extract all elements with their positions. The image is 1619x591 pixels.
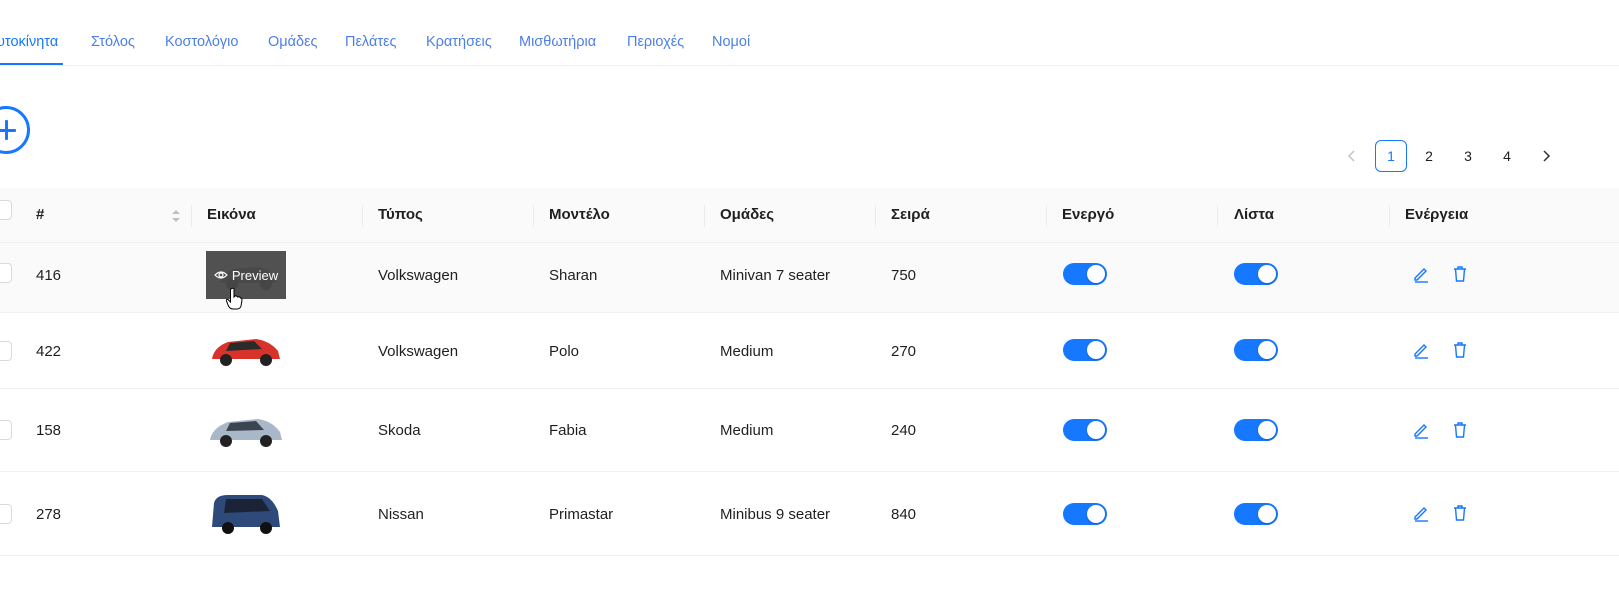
list-toggle[interactable]: [1234, 503, 1278, 525]
cell-group: Medium: [720, 343, 774, 360]
car-thumbnail[interactable]: [206, 325, 286, 373]
column-header-image: Εικόνα: [207, 206, 256, 223]
cell-group: Minivan 7 seater: [720, 267, 831, 284]
tab-prefectures[interactable]: Νομοί: [712, 34, 750, 50]
chevron-right-icon: [1543, 150, 1551, 162]
active-toggle[interactable]: [1063, 503, 1107, 525]
add-car-button[interactable]: [0, 106, 30, 154]
page-4-button[interactable]: 4: [1491, 140, 1523, 172]
table-row: 278 Nissan Primastar Minibus 9 seater 84…: [0, 472, 1619, 556]
edit-icon[interactable]: [1412, 341, 1430, 359]
column-divider: [533, 205, 534, 227]
table-row: 158 Skoda Fabia Medium 240: [0, 389, 1619, 472]
prev-page-button[interactable]: [1340, 140, 1364, 172]
column-divider: [1046, 205, 1047, 227]
toggle-knob: [1087, 341, 1105, 359]
column-divider: [704, 205, 705, 227]
active-tab-indicator: [0, 63, 63, 65]
column-header-type: Τύπος: [378, 206, 423, 223]
tab-fleet[interactable]: Στόλος: [91, 34, 135, 50]
cell-model: Fabia: [549, 422, 587, 439]
row-checkbox[interactable]: [0, 504, 12, 524]
delete-icon[interactable]: [1451, 265, 1469, 283]
preview-label: Preview: [231, 267, 279, 283]
active-toggle[interactable]: [1063, 339, 1107, 361]
page-3-button[interactable]: 3: [1452, 140, 1484, 172]
tab-groups[interactable]: Ομάδες: [268, 34, 318, 50]
cell-model: Polo: [549, 343, 580, 360]
car-thumbnail[interactable]: [206, 489, 286, 537]
edit-icon[interactable]: [1412, 504, 1430, 522]
row-checkbox[interactable]: [0, 263, 12, 283]
cell-type: Volkswagen: [378, 343, 459, 360]
tab-rental-agreements[interactable]: Μισθωτήρια: [519, 34, 596, 50]
car-thumbnail[interactable]: [206, 406, 286, 454]
list-toggle[interactable]: [1234, 263, 1278, 285]
row-checkbox[interactable]: [0, 420, 12, 440]
toggle-knob: [1258, 341, 1276, 359]
delete-icon[interactable]: [1451, 421, 1469, 439]
row-checkbox[interactable]: [0, 341, 12, 361]
active-toggle[interactable]: [1063, 263, 1107, 285]
column-header-model: Μοντέλο: [549, 206, 610, 223]
cell-type: Nissan: [378, 506, 424, 523]
column-divider: [191, 205, 192, 227]
hand-cursor-icon: [225, 287, 243, 310]
table-row: 422 Volkswagen Polo Medium 270: [0, 313, 1619, 389]
tab-pricing[interactable]: Κοστολόγιο: [165, 34, 238, 50]
column-divider: [875, 205, 876, 227]
toggle-knob: [1258, 505, 1276, 523]
delete-icon[interactable]: [1451, 341, 1469, 359]
edit-icon[interactable]: [1412, 265, 1430, 283]
preview-overlay[interactable]: Preview: [206, 251, 286, 299]
chevron-left-icon: [1347, 150, 1355, 162]
page-1-button[interactable]: 1: [1375, 140, 1407, 172]
cell-order: 750: [891, 267, 917, 284]
column-divider: [362, 205, 363, 227]
eye-icon: [214, 271, 228, 279]
cell-model: Sharan: [549, 267, 598, 284]
tab-cars[interactable]: υτοκίνητα: [0, 34, 58, 50]
cell-id: 416: [36, 267, 62, 284]
cell-model: Primastar: [549, 506, 614, 523]
toggle-knob: [1258, 265, 1276, 283]
cell-group: Medium: [720, 422, 774, 439]
column-header-groups: Ομάδες: [720, 206, 775, 223]
column-header-active: Ενεργό: [1062, 206, 1115, 223]
column-divider: [1389, 205, 1390, 227]
list-toggle[interactable]: [1234, 419, 1278, 441]
toggle-knob: [1258, 421, 1276, 439]
table-header: # Εικόνα Τύπος Μοντέλο Ομάδες Σειρά Ενερ…: [0, 188, 1619, 243]
next-page-button[interactable]: [1534, 140, 1558, 172]
cell-order: 270: [891, 343, 917, 360]
column-header-actions: Ενέργεια: [1405, 206, 1469, 223]
tab-areas[interactable]: Περιοχές: [627, 34, 684, 50]
cell-order: 240: [891, 422, 917, 439]
toggle-knob: [1087, 421, 1105, 439]
select-all-checkbox[interactable]: [0, 200, 12, 220]
cell-type: Volkswagen: [378, 267, 459, 284]
sort-icon[interactable]: [170, 208, 182, 224]
cell-id: 158: [36, 422, 62, 439]
edit-icon[interactable]: [1412, 421, 1430, 439]
column-header-id[interactable]: #: [36, 206, 44, 223]
column-header-list: Λίστα: [1234, 206, 1274, 223]
column-header-order: Σειρά: [891, 206, 930, 223]
page-2-button[interactable]: 2: [1413, 140, 1445, 172]
cell-id: 422: [36, 343, 62, 360]
toggle-knob: [1087, 505, 1105, 523]
tab-bookings[interactable]: Κρατήσεις: [426, 34, 492, 50]
toggle-knob: [1087, 265, 1105, 283]
tab-customers[interactable]: Πελάτες: [345, 34, 397, 50]
cell-id: 278: [36, 506, 62, 523]
delete-icon[interactable]: [1451, 504, 1469, 522]
cell-group: Minibus 9 seater: [720, 506, 831, 523]
cell-order: 840: [891, 506, 917, 523]
active-toggle[interactable]: [1063, 419, 1107, 441]
car-thumbnail[interactable]: Preview: [206, 251, 286, 299]
list-toggle[interactable]: [1234, 339, 1278, 361]
cell-type: Skoda: [378, 422, 421, 439]
column-divider: [1217, 205, 1218, 227]
nav-tabs: υτοκίνητα Στόλος Κοστολόγιο Ομάδες Πελάτ…: [0, 0, 1619, 66]
